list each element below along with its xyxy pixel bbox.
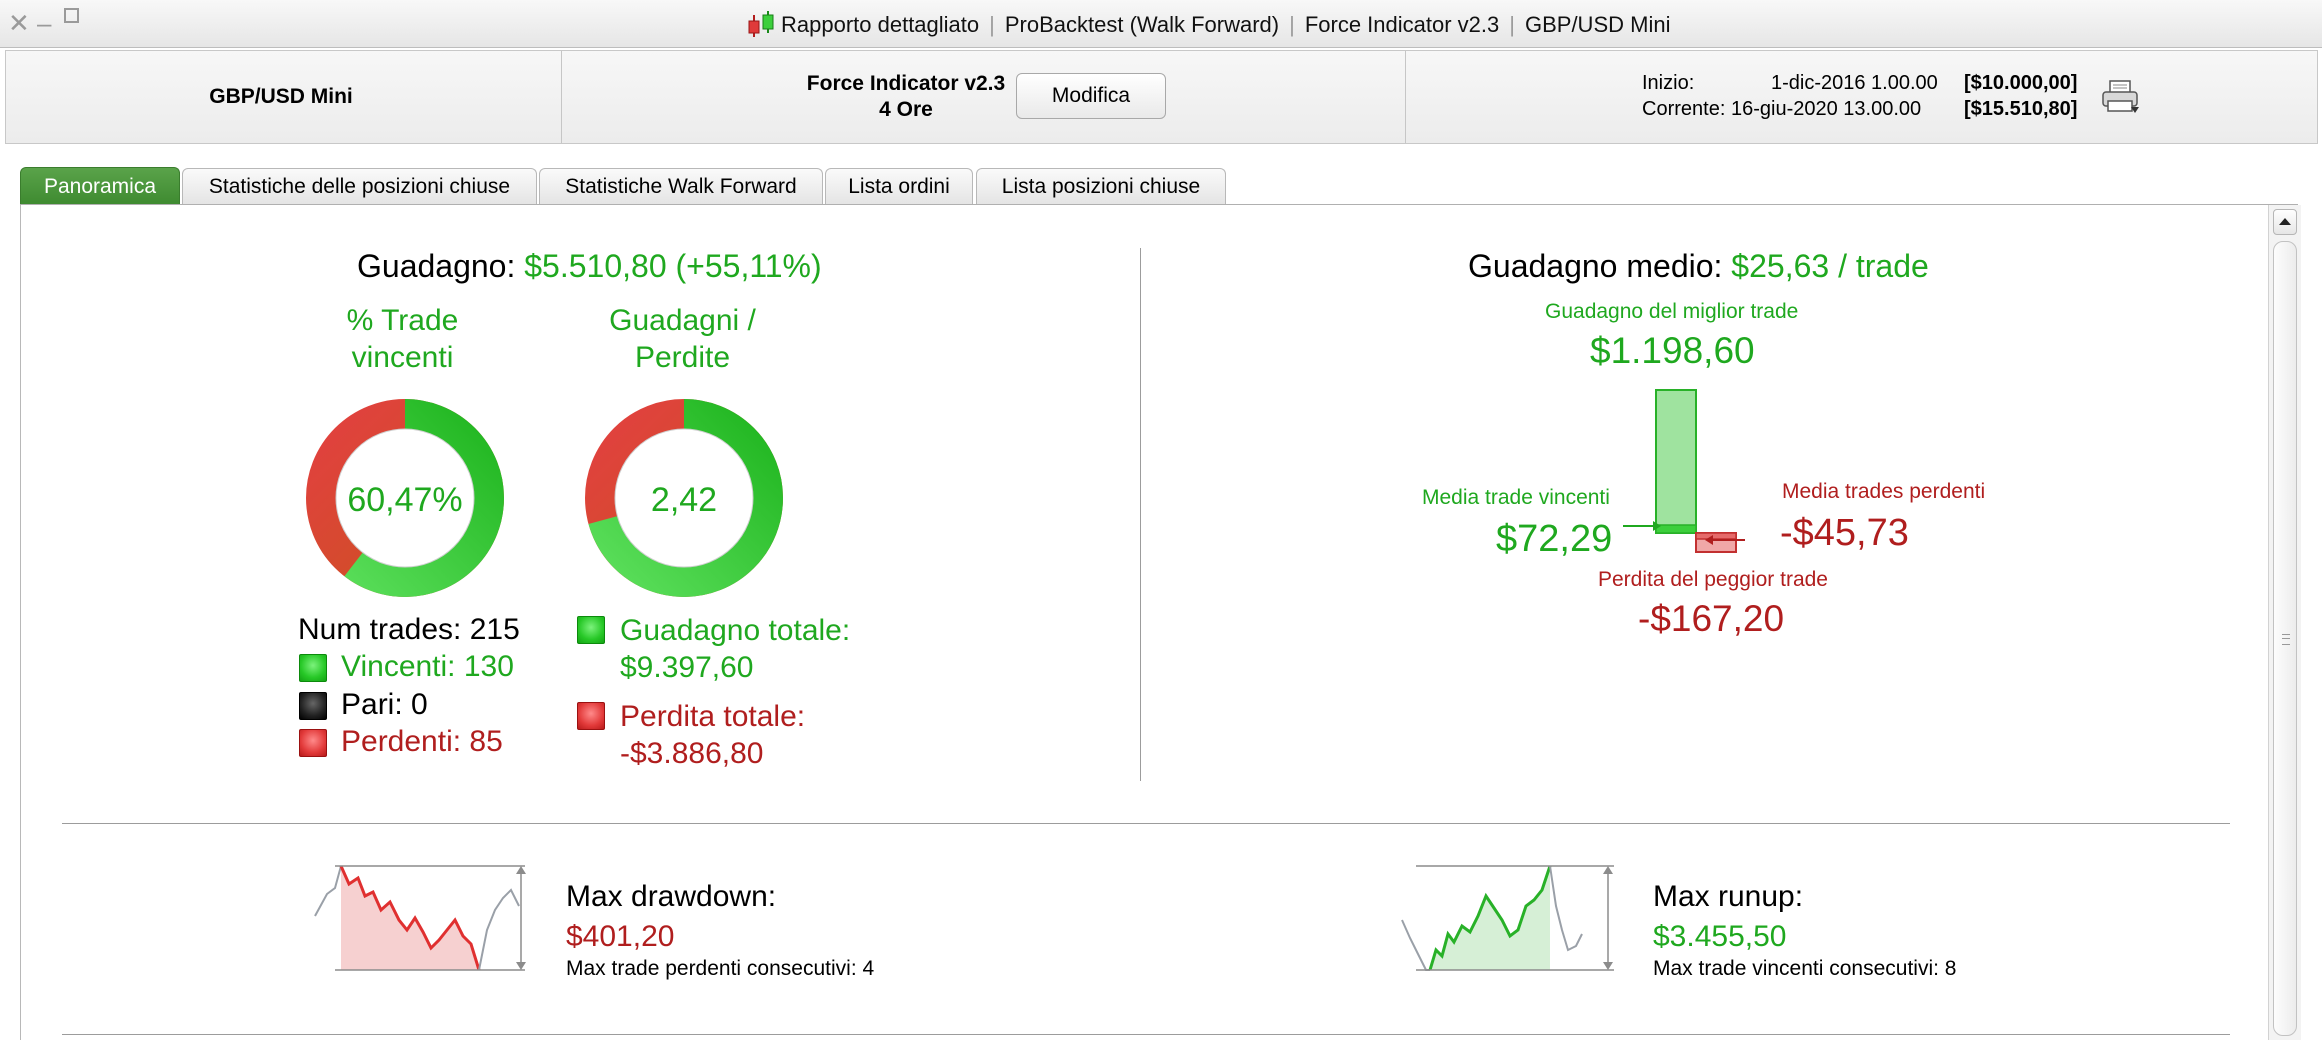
drawdown-title: Max drawdown: [566,880,777,913]
even-count: Pari: 0 [341,688,428,721]
total-loss-label: Perdita totale: [620,700,806,733]
win-rate-title-line2: vincenti [351,341,454,374]
close-icon[interactable]: ✕ [8,8,30,38]
title-part-backtest: ProBacktest (Walk Forward) [1004,12,1280,37]
window-title-bar: ✕ – Rapporto dettagliato | ProBacktest (… [0,0,2322,48]
num-trades: Num trades: 215 [298,613,520,646]
avg-win-value: $72,29 [1496,518,1613,560]
winners-swatch [299,654,327,682]
current-date: 16-giu-2020 13.00.00 [1731,98,1922,120]
win-rate-title-line1: % Trade [346,304,459,337]
tab-order-list[interactable]: Lista ordini [825,168,973,205]
strategy-info: Force Indicator v2.3 4 Ore [791,71,1021,123]
start-row: Inizio: [1642,72,1694,95]
title-part-instrument: GBP/USD Mini [1524,12,1671,37]
best-trade-value: $1.198,60 [1590,330,1755,371]
runup-value: $3.455,50 [1653,920,1787,953]
profit-loss-title-line1: Guadagni / [609,304,756,337]
section-rule [62,1034,2230,1035]
total-loss: Perdita totale: -$3.886,80 [620,698,805,772]
modify-button[interactable]: Modifica [1016,73,1166,119]
strategy-timeframe: 4 Ore [879,98,933,121]
total-gain-value: $9.397,60 [620,651,754,684]
minimize-icon[interactable]: – [37,8,51,38]
header-divider [561,51,562,143]
current-capital: [$15.510,80] [1964,98,2078,120]
scroll-grip-icon [2282,634,2290,645]
runup-chart [1401,865,1614,971]
header-divider [1405,51,1406,143]
section-rule [62,823,2230,824]
title-part-strategy: Force Indicator v2.3 [1304,12,1500,37]
worst-trade-value: -$167,20 [1638,598,1785,639]
avg-win-label: Media trade vincenti [1422,486,1610,509]
instrument-name: GBP/USD Mini [209,85,353,108]
profit-loss-title: Guadagni / Perdite [580,302,785,376]
printer-icon[interactable] [2101,79,2141,115]
gain-heading: Guadagno: $5.510,80 (+55,11%) [357,248,822,285]
start-label: Inizio: [1642,72,1695,94]
current-label: Corrente: [1642,98,1726,120]
report-header: GBP/USD Mini Force Indicator v2.3 4 Ore … [5,50,2318,144]
average-heading: Guadagno medio: $25,63 / trade [1468,248,1929,285]
best-trade-label: Guadagno del miglior trade [1545,300,1799,323]
runup-title: Max runup: [1653,880,1804,913]
gain-value: $5.510,80 (+55,11%) [524,248,822,284]
profit-loss-donut: 2,42 [585,399,783,597]
tab-walk-forward-stats[interactable]: Statistiche Walk Forward [539,168,823,205]
drawdown-chart [314,865,526,971]
candlestick-icon [748,11,774,37]
title-part-report: Rapporto dettagliato [781,12,980,37]
tab-overview[interactable]: Panoramica [20,167,180,205]
average-value: $25,63 / trade [1731,248,1929,284]
drawdown-value: $401,20 [566,920,675,953]
window-title: Rapporto dettagliato | ProBacktest (Walk… [745,10,1670,40]
tab-closed-positions-list[interactable]: Lista posizioni chiuse [976,168,1226,205]
start-capital: [$10.000,00] [1964,72,2078,94]
losers-swatch [299,729,327,757]
losers-count: Perdenti: 85 [341,725,503,758]
total-gain: Guadagno totale: $9.397,60 [620,612,850,686]
profit-loss-center-text: 2,42 [651,481,717,519]
gain-label: Guadagno: [357,248,516,284]
title-separator: | [989,12,995,37]
scroll-up-button[interactable] [2273,209,2297,235]
title-separator: | [1289,12,1295,37]
drawdown-consecutive: Max trade perdenti consecutivi: 4 [566,957,875,980]
trade-distribution-bars [1623,389,1745,553]
total-gain-swatch [577,616,605,644]
maximize-icon[interactable] [64,8,79,23]
total-loss-value: -$3.886,80 [620,737,764,770]
strategy-name: Force Indicator v2.3 [806,72,1006,95]
avg-win-bar [1655,524,1697,534]
total-loss-swatch [577,702,605,730]
best-trade-bar [1655,389,1697,534]
avg-loss-label: Media trades perdenti [1782,480,1986,503]
vertical-scrollbar[interactable] [2268,205,2301,1040]
even-swatch [299,692,327,720]
chevron-up-icon [2279,218,2291,225]
section-divider [1140,248,1141,781]
runup-consecutive: Max trade vincenti consecutivi: 8 [1653,957,1957,980]
avg-loss-value: -$45,73 [1780,512,1909,554]
win-rate-center-text: 60,47% [347,481,462,519]
title-separator: | [1509,12,1515,37]
scroll-thumb[interactable] [2273,241,2297,1036]
avg-loss-bar [1695,532,1737,540]
profit-loss-title-line2: Perdite [634,341,731,374]
average-label: Guadagno medio: [1468,248,1723,284]
total-gain-label: Guadagno totale: [620,614,851,647]
winners-count: Vincenti: 130 [341,650,514,683]
win-rate-donut: 60,47% [306,399,504,597]
win-rate-title: % Trade vincenti [300,302,505,376]
start-date: 1-dic-2016 1.00.00 [1771,72,1938,94]
worst-trade-label: Perdita del peggior trade [1598,568,1828,591]
tab-closed-positions-stats[interactable]: Statistiche delle posizioni chiuse [182,168,537,205]
